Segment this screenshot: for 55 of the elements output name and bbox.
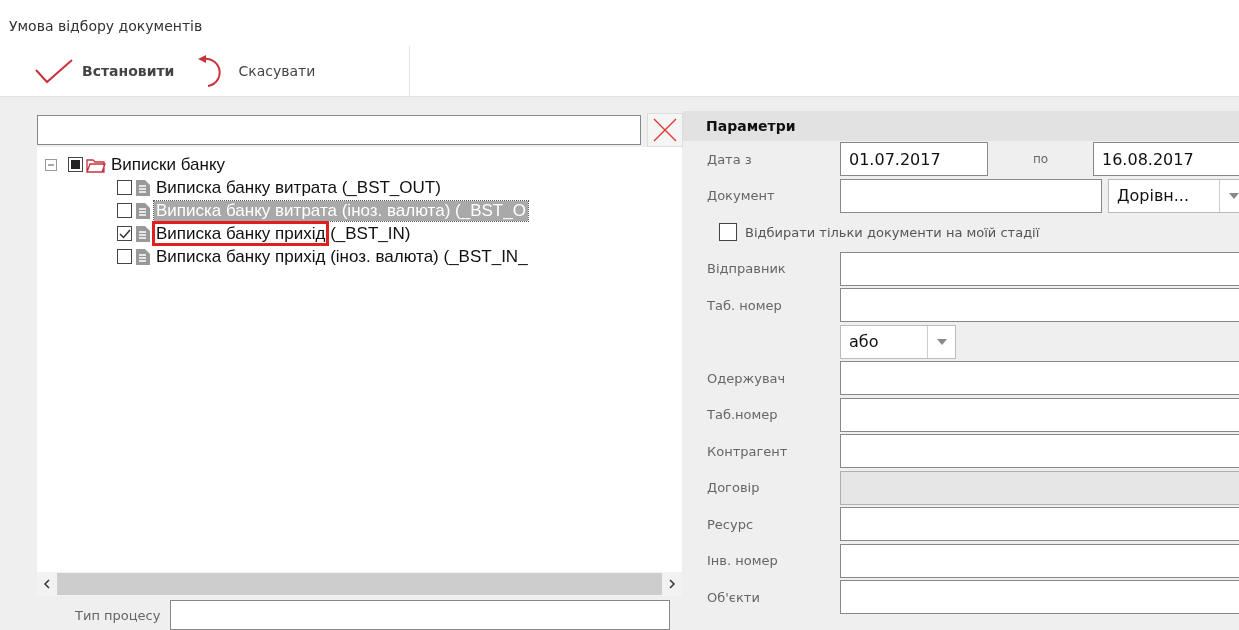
tree-item[interactable]: Виписка банку прихід (іноз. валюта) (_BST_IN_ (154, 246, 530, 267)
text-field[interactable] (840, 288, 1239, 323)
field-label: Дата з (707, 151, 753, 167)
checkbox[interactable] (117, 203, 132, 218)
field-label: Одержувач (707, 370, 787, 386)
field-label: Тип процесу (75, 607, 161, 623)
checkmark-icon (34, 58, 74, 84)
close-icon (653, 118, 677, 142)
scroll-left-icon[interactable] (43, 579, 51, 589)
cancel-button[interactable]: Скасувати (190, 49, 320, 93)
checkbox[interactable] (719, 223, 737, 242)
search-field[interactable] (37, 115, 641, 145)
collapse-icon[interactable] (45, 158, 57, 171)
clear-button[interactable] (647, 113, 683, 147)
text-field[interactable] (840, 251, 1239, 286)
document-icon (135, 178, 151, 197)
checkbox[interactable] (117, 180, 132, 195)
document-icon (135, 201, 151, 220)
text-field[interactable] (840, 397, 1239, 432)
field-label[interactable]: Документ (707, 188, 840, 204)
checkbox[interactable] (117, 249, 132, 264)
checkbox[interactable] (117, 226, 132, 241)
document-icon (135, 224, 151, 243)
field-label: Об'єкти (707, 589, 761, 605)
field-label: Договір (707, 480, 761, 496)
text-field[interactable] (840, 434, 1239, 469)
text-field[interactable] (840, 543, 1239, 578)
checkbox-label: Відбирати тільки документи на моїй стадії (745, 224, 1040, 240)
checkbox[interactable] (68, 157, 83, 172)
range-separator: по (1031, 152, 1050, 167)
date-field[interactable]: 01.07.2017 (840, 142, 988, 177)
operator-dropdown[interactable]: або (840, 324, 956, 359)
date-field[interactable]: 16.08.2017 (1093, 142, 1239, 177)
field-label: Відправник (707, 261, 787, 277)
document-icon (135, 247, 151, 266)
field-label: Таб. номер (707, 297, 783, 313)
caret-icon (1227, 191, 1239, 200)
field-label: Контрагент (707, 443, 789, 459)
scroll-right-icon[interactable] (668, 579, 676, 589)
condition-dropdown[interactable]: Дорівн... (1108, 178, 1239, 213)
apply-button[interactable]: Встановити (30, 54, 179, 88)
text-field[interactable] (170, 600, 671, 630)
text-field[interactable] (840, 580, 1239, 615)
folder-icon (86, 156, 106, 173)
text-field[interactable] (840, 507, 1239, 542)
tree-item[interactable]: Виписка банку витрата (_BST_OUT) (154, 177, 443, 198)
text-field[interactable] (840, 361, 1239, 396)
text-field[interactable] (840, 178, 1102, 213)
field-label: Ресурс (707, 516, 755, 532)
section-header: Параметри (683, 111, 1239, 141)
field-label: Інв. номер (707, 553, 779, 569)
tree-item[interactable]: Виписки банку (109, 154, 227, 175)
caret-icon (935, 337, 948, 346)
field-label: Таб.номер (707, 407, 779, 423)
window-title: Умова відбору документів (8, 17, 204, 36)
